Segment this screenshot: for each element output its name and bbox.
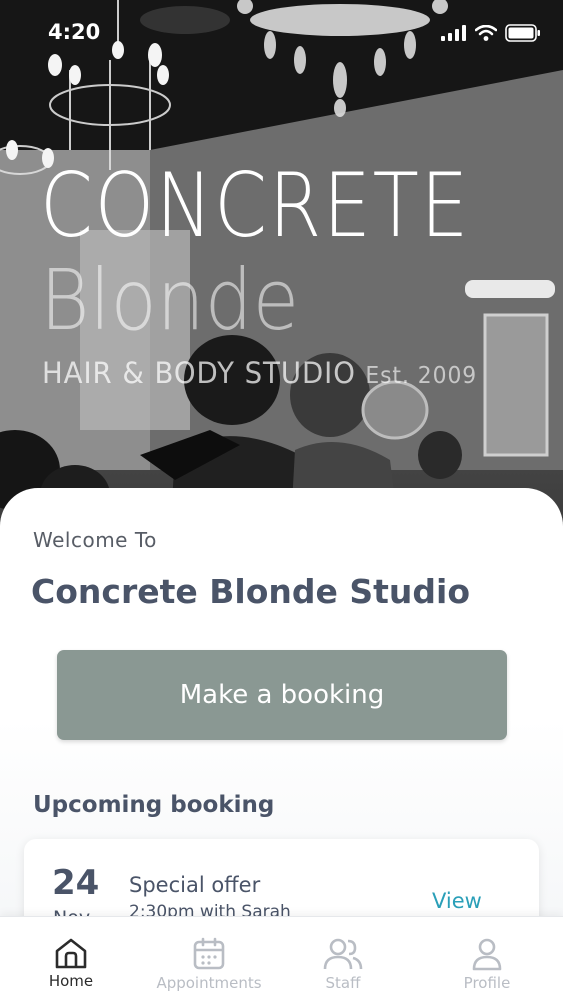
booking-title: Special offer — [129, 873, 261, 897]
brand-tagline-text: HAIR & BODY STUDIO — [42, 356, 356, 390]
brand-logo-tagline: HAIR & BODY STUDIO Est. 2009 — [42, 356, 477, 390]
brand-logo-line1: CONCRETE — [40, 154, 471, 257]
people-icon — [323, 938, 363, 970]
cellular-signal-icon — [441, 25, 466, 41]
home-icon — [55, 938, 87, 969]
tab-profile-label: Profile — [463, 974, 511, 992]
brand-logo-line2: Blonde — [40, 251, 300, 349]
status-icons — [441, 24, 541, 42]
status-bar: 4:20 — [0, 0, 563, 64]
wifi-icon — [475, 25, 497, 41]
tab-staff-label: Staff — [325, 974, 361, 992]
studio-name: Concrete Blonde Studio — [31, 572, 471, 611]
status-time: 4:20 — [48, 20, 101, 44]
upcoming-booking-heading: Upcoming booking — [33, 792, 275, 818]
brand-established: Est. 2009 — [365, 363, 478, 389]
make-booking-button[interactable]: Make a booking — [57, 650, 507, 740]
view-booking-link[interactable]: View — [432, 889, 482, 913]
calendar-icon — [193, 937, 225, 970]
tab-bar: Home Appointments Staff Profile — [0, 916, 563, 1000]
tab-profile[interactable]: Profile — [452, 917, 522, 1000]
battery-icon — [505, 24, 540, 42]
tab-appointments-label: Appointments — [156, 974, 262, 992]
welcome-text: Welcome To — [33, 528, 157, 552]
tab-staff[interactable]: Staff — [312, 917, 374, 1000]
hero-image: CONCRETE Blonde HAIR & BODY STUDIO Est. 2… — [0, 0, 563, 540]
person-icon — [472, 938, 502, 971]
tab-home-label: Home — [48, 972, 94, 990]
booking-day: 24 — [52, 863, 100, 903]
tab-appointments[interactable]: Appointments — [150, 917, 268, 1000]
tab-home[interactable]: Home — [36, 917, 106, 1000]
